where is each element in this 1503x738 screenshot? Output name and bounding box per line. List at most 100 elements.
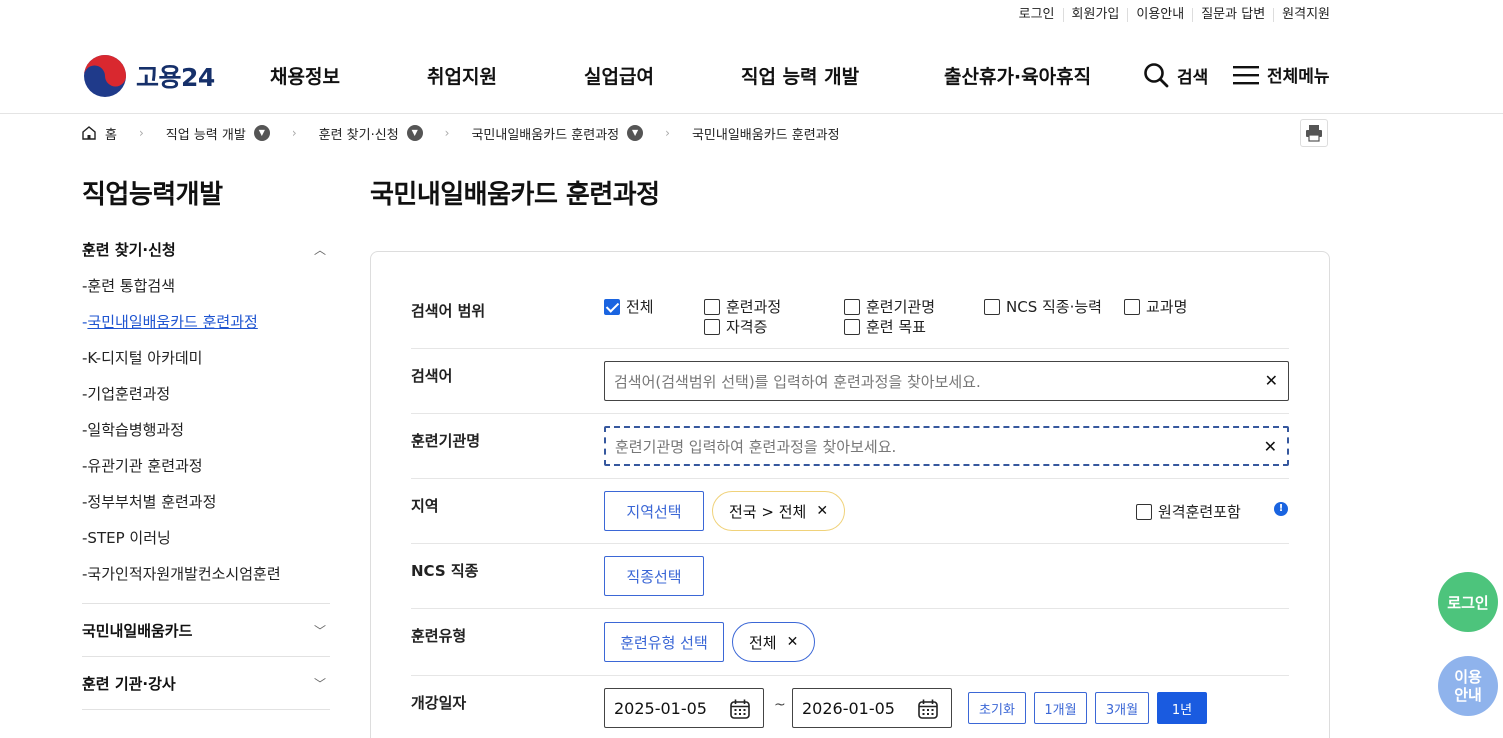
sidebar-group-find-training[interactable]: 훈련 찾기·신청 ︿	[82, 239, 330, 260]
util-signup-link[interactable]: 회원가입	[1062, 8, 1128, 22]
region-select-button[interactable]: 지역선택	[604, 491, 704, 531]
sidebar-item-step[interactable]: -STEP 이러닝	[82, 527, 171, 548]
print-button[interactable]	[1300, 119, 1328, 147]
site-logo[interactable]: 고용24	[83, 54, 215, 98]
chevron-right-icon: ›	[138, 126, 144, 140]
sidebar-item-k-digital[interactable]: -K-디지털 아카데미	[82, 347, 202, 368]
institution-input[interactable]: 훈련기관명 입력하여 훈련과정을 찾아보세요. ✕	[604, 426, 1289, 466]
row-divider	[411, 413, 1289, 414]
label-institution: 훈련기관명	[411, 432, 481, 450]
label-ncs: NCS 직종	[411, 562, 479, 580]
row-divider	[411, 543, 1289, 544]
breadcrumb-current: 국민내일배움카드 훈련과정	[691, 127, 840, 143]
scope-license-checkbox[interactable]: 자격증	[704, 316, 767, 337]
breadcrumb-dropdown-icon[interactable]: ▼	[627, 125, 644, 141]
nav-jobs[interactable]: 채용정보	[270, 62, 340, 89]
training-type-select-button[interactable]: 훈련유형 선택	[604, 622, 724, 662]
sidebar-item-integrated-search[interactable]: -훈련 통합검색	[82, 275, 175, 296]
scope-goal-checkbox[interactable]: 훈련 목표	[844, 316, 926, 337]
remote-training-checkbox[interactable]: 원격훈련포함	[1136, 501, 1241, 522]
row-divider	[411, 608, 1289, 609]
calendar-icon[interactable]	[917, 698, 939, 720]
label-training-type: 훈련유형	[411, 627, 467, 645]
keyword-input[interactable]: 검색어(검색범위 선택)를 입력하여 훈련과정을 찾아보세요. ✕	[604, 361, 1289, 401]
scope-ncs-checkbox[interactable]: NCS 직종·능력	[984, 296, 1102, 317]
period-1month-button[interactable]: 1개월	[1034, 692, 1087, 724]
training-type-chip[interactable]: 전체 ✕	[732, 622, 816, 662]
scope-course-checkbox[interactable]: 훈련과정	[704, 296, 781, 317]
sidebar-item-gov-dept[interactable]: -정부부처별 훈련과정	[82, 491, 216, 512]
sidebar-group-label: 국민내일배움카드	[82, 622, 193, 640]
close-icon[interactable]: ✕	[816, 503, 828, 519]
close-icon[interactable]: ✕	[787, 634, 799, 650]
scope-all-checkbox[interactable]: 전체	[604, 296, 654, 317]
nav-employment-support[interactable]: 취업지원	[427, 62, 497, 89]
nav-unemployment-benefit[interactable]: 실업급여	[584, 62, 654, 89]
sidebar-group-learning-card[interactable]: 국민내일배움카드 ﹀	[82, 620, 330, 641]
util-login-link[interactable]: 로그인	[1011, 8, 1063, 22]
scope-subject-checkbox[interactable]: 교과명	[1124, 296, 1187, 317]
breadcrumb-item-find-training[interactable]: 훈련 찾기·신청	[319, 124, 399, 143]
search-icon	[1144, 63, 1169, 88]
breadcrumb-dropdown-icon[interactable]: ▼	[253, 125, 270, 141]
chevron-right-icon: ›	[665, 126, 670, 140]
label-start-date: 개강일자	[411, 694, 467, 712]
nav-vocational-training[interactable]: 직업 능력 개발	[741, 62, 859, 89]
sidebar-divider	[82, 709, 330, 710]
printer-icon	[1306, 125, 1322, 142]
home-icon	[82, 126, 96, 140]
sidebar-group-institution[interactable]: 훈련 기관·강사 ﹀	[82, 673, 330, 694]
chevron-right-icon: ›	[291, 126, 297, 140]
start-date-to-input[interactable]: 2026-01-05	[792, 688, 952, 728]
floating-guide-button[interactable]: 이용 안내	[1438, 656, 1498, 716]
sidebar-item-related-org[interactable]: -유관기관 훈련과정	[82, 455, 203, 476]
breadcrumb-item-card-course[interactable]: 국민내일배움카드 훈련과정	[471, 124, 619, 143]
site-header: 고용24 채용정보 취업지원 실업급여 직업 능력 개발 출산휴가·육아휴직 검…	[0, 40, 1503, 114]
floating-guide-line1: 이용	[1454, 668, 1482, 686]
breadcrumb-item-vocational[interactable]: 직업 능력 개발	[166, 124, 246, 143]
date-range-separator: ~	[774, 697, 786, 713]
keyword-placeholder: 검색어(검색범위 선택)를 입력하여 훈련과정을 찾아보세요.	[614, 372, 981, 391]
row-divider	[411, 348, 1289, 349]
logo-text: 고용24	[136, 63, 215, 92]
clear-icon[interactable]: ✕	[1264, 437, 1277, 456]
util-qna-link[interactable]: 질문과 답변	[1192, 8, 1273, 22]
region-chip[interactable]: 전국 > 전체 ✕	[712, 491, 846, 531]
label-search-scope: 검색어 범위	[411, 302, 486, 320]
period-1year-button[interactable]: 1년	[1157, 692, 1207, 724]
sidebar-group-label: 훈련 찾기·신청	[82, 241, 176, 259]
label-keyword: 검색어	[411, 367, 453, 385]
calendar-icon[interactable]	[729, 698, 751, 720]
breadcrumb: 홈 › 직업 능력 개발 ▼ › 훈련 찾기·신청 ▼ › 국민내일배움카드 훈…	[81, 124, 840, 143]
clear-icon[interactable]: ✕	[1265, 371, 1278, 390]
start-date-from-input[interactable]: 2025-01-05	[604, 688, 764, 728]
info-icon[interactable]: !	[1274, 502, 1288, 516]
breadcrumb-dropdown-icon[interactable]: ▼	[406, 125, 423, 141]
label-region: 지역	[411, 497, 439, 515]
header-search-label: 검색	[1177, 67, 1209, 88]
sidebar-item-corporate[interactable]: -기업훈련과정	[82, 383, 170, 404]
util-guide-link[interactable]: 이용안내	[1127, 8, 1192, 22]
sidebar-item-consortium[interactable]: -국가인적자원개발컨소시엄훈련	[82, 563, 281, 584]
util-remote-support-link[interactable]: 원격지원	[1273, 8, 1330, 22]
sidebar-item-card-course[interactable]: -국민내일배움카드 훈련과정	[82, 311, 258, 332]
floating-login-button[interactable]: 로그인	[1438, 572, 1498, 632]
page-title: 국민내일배움카드 훈련과정	[370, 180, 660, 210]
period-3month-button[interactable]: 3개월	[1095, 692, 1149, 724]
header-search-button[interactable]: 검색	[1143, 62, 1208, 88]
utility-links: 로그인 회원가입 이용안내 질문과 답변 원격지원	[1011, 8, 1330, 22]
ncs-select-button[interactable]: 직종선택	[604, 556, 704, 596]
sidebar-divider	[82, 656, 330, 657]
sidebar-group-label: 훈련 기관·강사	[82, 675, 176, 693]
sidebar-title: 직업능력개발	[82, 180, 223, 210]
header-all-menu-button[interactable]: 전체메뉴	[1233, 62, 1330, 87]
period-reset-button[interactable]: 초기화	[968, 692, 1026, 724]
sidebar-item-work-study[interactable]: -일학습병행과정	[82, 419, 184, 440]
nav-parental-leave[interactable]: 출산휴가·육아휴직	[944, 62, 1091, 89]
institution-placeholder: 훈련기관명 입력하여 훈련과정을 찾아보세요.	[615, 437, 897, 456]
sidebar-divider	[82, 603, 330, 604]
taeguk-logo-icon	[84, 55, 126, 97]
scope-institution-checkbox[interactable]: 훈련기관명	[844, 296, 935, 317]
region-chip-label: 전국 > 전체	[729, 502, 807, 521]
breadcrumb-home[interactable]: 홈	[81, 124, 117, 143]
